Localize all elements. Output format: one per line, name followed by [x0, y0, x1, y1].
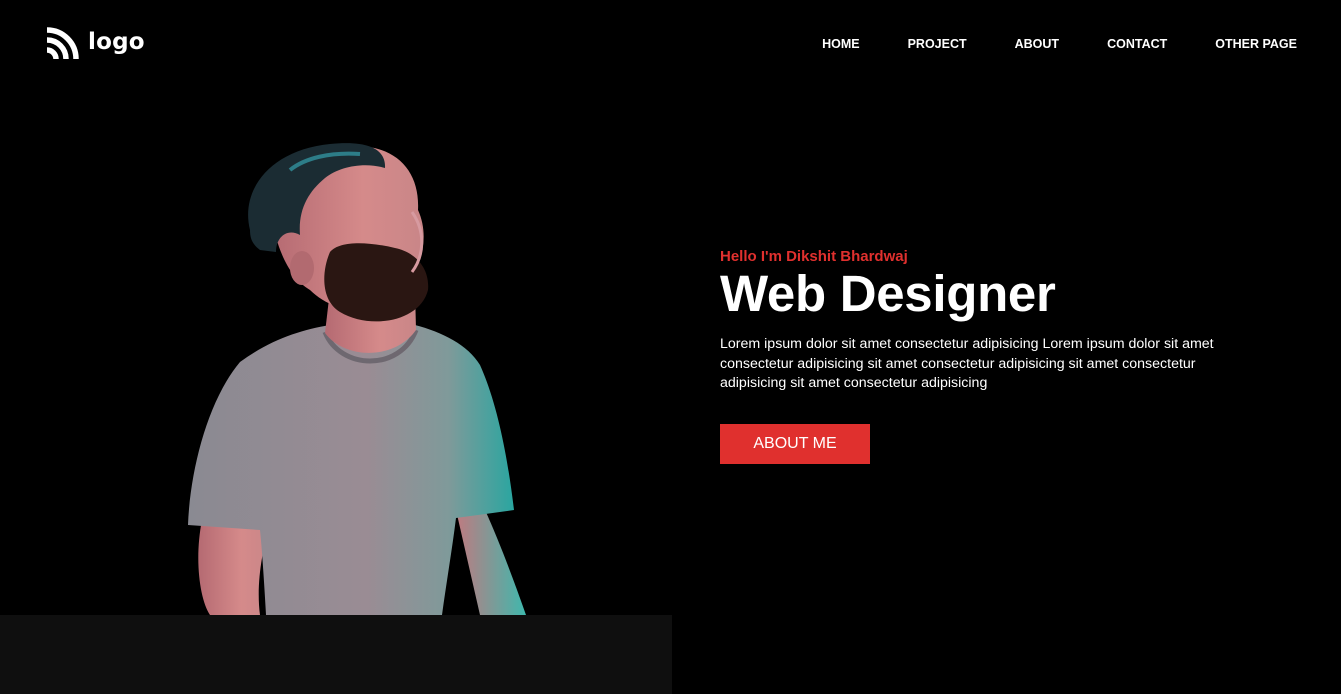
- hero-greeting: Hello I'm Dikshit Bhardwaj: [720, 248, 908, 265]
- about-me-button[interactable]: ABOUT ME: [720, 423, 870, 464]
- hero-section: Hello I'm Dikshit Bhardwaj Web Designer …: [720, 248, 1240, 464]
- nav-about[interactable]: ABOUT: [1015, 37, 1059, 52]
- nav-home[interactable]: HOME: [822, 37, 860, 52]
- hero-description: Lorem ipsum dolor sit amet consectetur a…: [720, 336, 1214, 391]
- page: logo HOME PROJECT ABOUT CONTACT OTHER PA…: [0, 0, 1341, 694]
- nav-other-page[interactable]: OTHER PAGE: [1215, 37, 1297, 52]
- hero-title: Web Designer: [720, 265, 1056, 322]
- nav-project[interactable]: PROJECT: [908, 37, 967, 52]
- logo-text: logo: [88, 29, 145, 55]
- wifi-arcs-icon: [46, 27, 79, 60]
- nav-contact[interactable]: CONTACT: [1107, 37, 1167, 52]
- portrait-image: [188, 143, 526, 615]
- main-nav: HOME PROJECT ABOUT CONTACT OTHER PAGE: [774, 37, 1297, 52]
- logo[interactable]: logo: [45, 27, 145, 61]
- bottom-panel: [0, 615, 672, 694]
